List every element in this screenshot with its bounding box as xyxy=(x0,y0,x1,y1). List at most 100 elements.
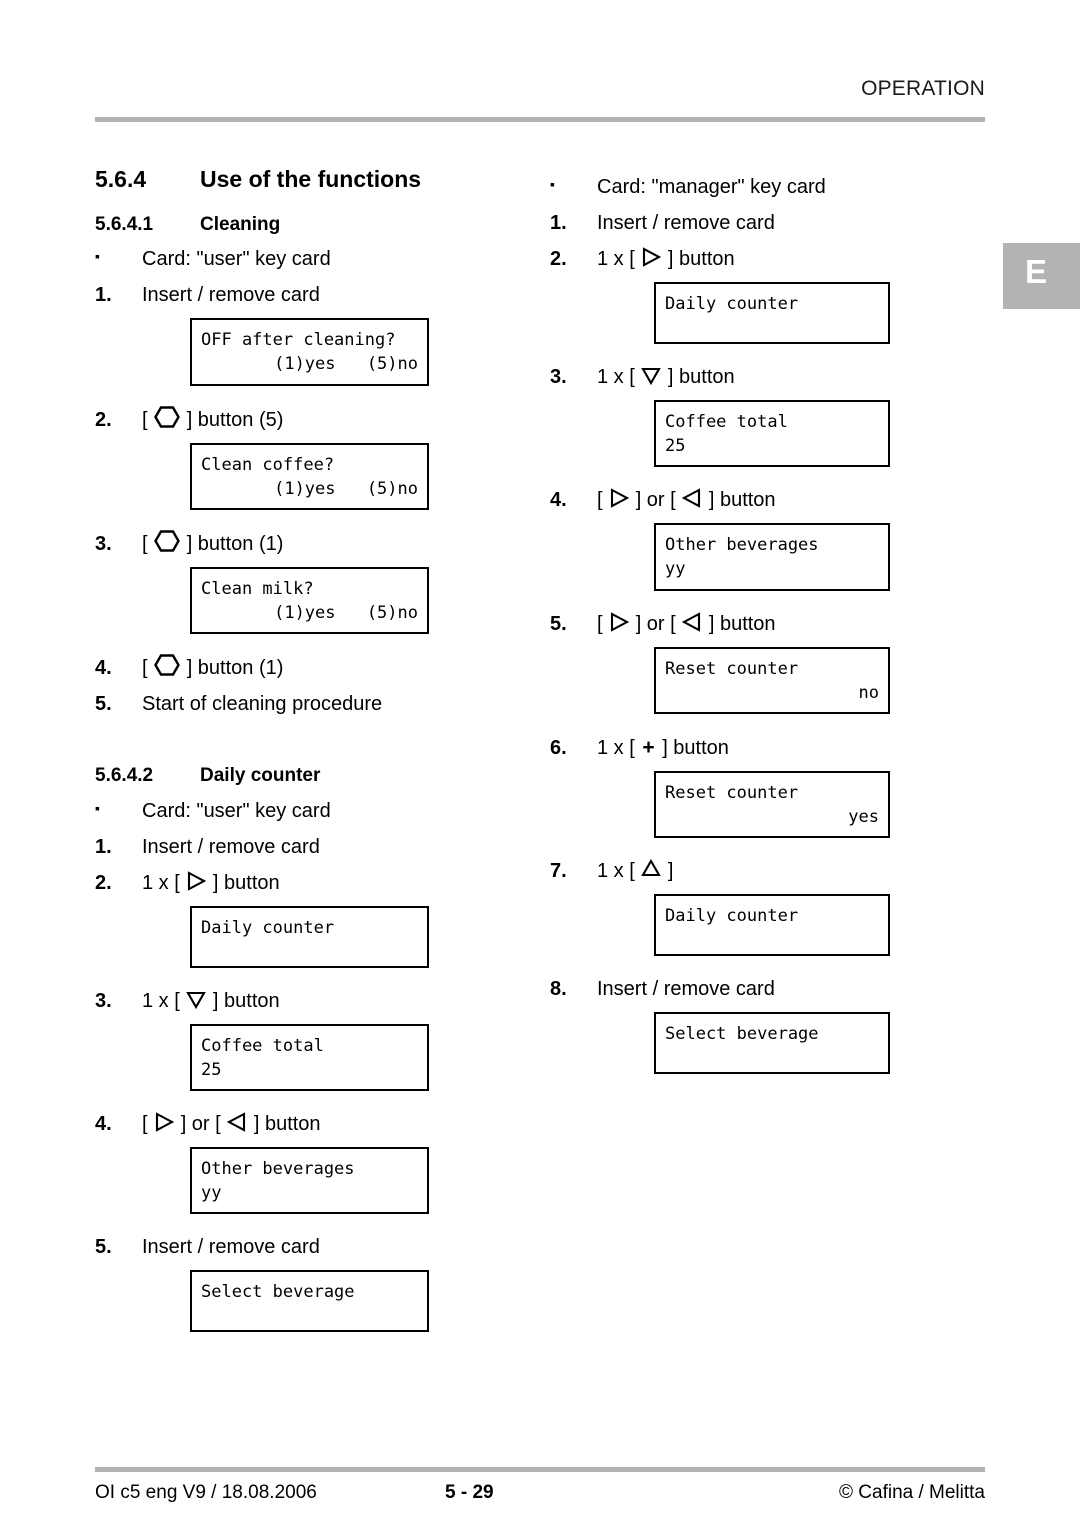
step-number: 3. xyxy=(550,366,567,388)
lcd-option-no: (5)no xyxy=(366,478,418,499)
square-bullet-icon: ▪ xyxy=(95,248,100,265)
page-title: OPERATION xyxy=(861,77,985,100)
lcd-line: (1)yes (5)no xyxy=(201,601,418,625)
subsection-number: 5.6.4.1 xyxy=(95,213,154,235)
list-item: 5. Insert / remove card xyxy=(95,1234,495,1261)
repeat-count: 1 x [ xyxy=(597,736,635,759)
arrow-down-icon xyxy=(641,365,662,385)
lcd-option-yes: (1)yes xyxy=(274,602,336,623)
lcd-display: Daily counter xyxy=(654,894,890,957)
bracket-close: ] button xyxy=(212,871,280,894)
step-number: 2. xyxy=(95,408,112,431)
bracket-close: ] button xyxy=(667,366,735,388)
lcd-line: yes xyxy=(848,807,879,828)
arrow-right-icon xyxy=(609,611,630,632)
step-number: 1. xyxy=(95,835,112,858)
list-item-text: Card: "user" key card xyxy=(142,799,331,822)
lcd-line: Coffee total xyxy=(201,1035,324,1056)
plus-button-icon: + xyxy=(642,735,655,759)
arrow-left-icon xyxy=(682,611,702,632)
page-footer: OI c5 eng V9 / 18.08.2006 5 - 29 © Cafin… xyxy=(95,1482,985,1504)
list-item-text: Card: "manager" key card xyxy=(597,176,826,198)
bracket-close: ] button (1) xyxy=(186,532,284,555)
lcd-line: 25 xyxy=(665,436,686,457)
repeat-count: 1 x [ xyxy=(142,871,180,894)
list-item-text: [ ] button (5) xyxy=(142,405,495,434)
subsection-number: 5.6.4.2 xyxy=(95,765,154,787)
bracket-close: ] button xyxy=(667,248,735,270)
arrow-right-icon xyxy=(609,488,630,508)
footer-page-number: 5 - 29 xyxy=(445,1482,494,1503)
section-number: 5.6.4 xyxy=(95,166,147,192)
left-column: 5.6.4 Use of the functions 5.6.4.1 Clean… xyxy=(95,164,495,1352)
bracket-close: ] button xyxy=(212,989,280,1012)
lcd-display: Other beverages yy xyxy=(654,523,890,591)
list-item-text: [ ] or [ ] button xyxy=(597,611,950,638)
list-item-text: [ ] or [ ] button xyxy=(597,487,950,514)
list-item: 2. 1 x [ ] button xyxy=(550,246,950,273)
subsection-title: Cleaning xyxy=(200,213,281,235)
lcd-line: Other beverages xyxy=(201,1158,355,1179)
step-number: 6. xyxy=(550,736,567,759)
lcd-line: OFF after cleaning? xyxy=(201,330,396,351)
list-item: 4. [ ] or [ ] button xyxy=(550,487,950,514)
lcd-line: Reset counter xyxy=(665,783,799,804)
lcd-line: Coffee total xyxy=(665,412,788,432)
section-heading: 5.6.4 Use of the functions xyxy=(95,164,495,195)
lcd-display: Other beverages yy xyxy=(190,1146,429,1215)
square-bullet-icon: ▪ xyxy=(550,176,555,192)
lcd-line: (1)yes (5)no xyxy=(201,477,418,501)
bracket-open: [ xyxy=(142,532,148,555)
lcd-line: no xyxy=(858,682,879,703)
arrow-up-icon xyxy=(641,859,662,879)
step-number: 2. xyxy=(550,248,567,270)
section-title: Use of the functions xyxy=(200,166,422,192)
header-divider xyxy=(95,117,985,122)
lcd-line: yy xyxy=(665,559,686,580)
list-item: 8. Insert / remove card xyxy=(550,976,950,1003)
lcd-line: Clean coffee? xyxy=(201,454,335,475)
step-number: 5. xyxy=(550,612,567,635)
step-number: 5. xyxy=(95,1236,112,1259)
bracket-open: [ xyxy=(142,657,148,680)
list-item-text: Insert / remove card xyxy=(597,212,775,234)
lcd-display: Clean coffee? (1)yes (5)no xyxy=(190,442,429,510)
list-item-text: [ ] button (1) xyxy=(142,654,495,682)
bracket-close: ] button xyxy=(253,1112,321,1135)
lcd-display: Coffee total 25 xyxy=(654,400,890,468)
lcd-display: Select beverage xyxy=(190,1270,429,1333)
list-item-text: 1 x [ ] button xyxy=(597,364,950,391)
lcd-option-yes: (1)yes xyxy=(274,478,336,499)
list-item: 3. 1 x [ ] button xyxy=(550,364,950,391)
list-item: 1. Insert / remove card xyxy=(95,834,495,861)
footer-copyright: © Cafina / Melitta xyxy=(839,1482,985,1503)
list-item-text: Insert / remove card xyxy=(597,978,775,1001)
arrow-right-icon xyxy=(154,1112,175,1132)
lcd-option-no: (5)no xyxy=(366,354,418,375)
list-item: 5. Start of cleaning procedure xyxy=(95,691,495,718)
list-item: 4. [ ] button (1) xyxy=(95,654,495,682)
list-item: ▪ Card: "user" key card xyxy=(95,798,495,825)
lcd-option-no: (5)no xyxy=(366,602,418,623)
list-item: 6. 1 x [ + ] button xyxy=(550,734,950,762)
list-item-text: [ ] button (1) xyxy=(142,530,495,558)
lcd-option-yes: (1)yes xyxy=(274,354,336,375)
lcd-display: Clean milk? (1)yes (5)no xyxy=(190,566,429,635)
step-number: 4. xyxy=(550,489,567,512)
step-number: 3. xyxy=(95,532,112,555)
step-number: 2. xyxy=(95,871,112,894)
arrow-down-icon xyxy=(186,989,207,1009)
list-item-text: Insert / remove card xyxy=(142,284,320,307)
subsection-heading-cleaning: 5.6.4.1 Cleaning xyxy=(95,213,495,238)
list-item-text: 1 x [ ] button xyxy=(142,988,495,1015)
lcd-line: Clean milk? xyxy=(201,578,314,599)
list-item: 3. 1 x [ ] button xyxy=(95,988,495,1015)
footer-divider xyxy=(95,1467,985,1472)
square-bullet-icon: ▪ xyxy=(95,799,100,816)
lcd-line: yy xyxy=(201,1183,222,1204)
lcd-line: 25 xyxy=(201,1059,222,1080)
repeat-count: 1 x [ xyxy=(597,248,635,270)
lcd-display: Reset counter no xyxy=(654,646,890,714)
arrow-right-icon xyxy=(186,870,207,891)
lcd-display: Select beverage xyxy=(654,1012,890,1075)
